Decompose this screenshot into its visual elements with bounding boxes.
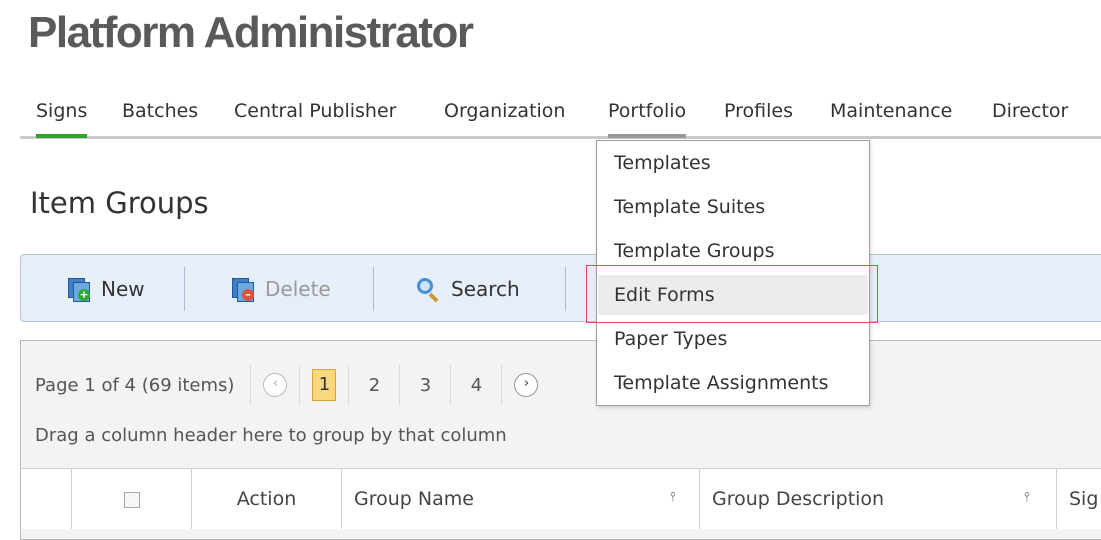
menu-item-edit-forms[interactable]: Edit Forms <box>598 275 868 315</box>
delete-document-icon: – <box>229 276 255 302</box>
group-by-hint[interactable]: Drag a column header here to group by th… <box>35 425 507 446</box>
new-button[interactable]: + New <box>65 273 145 305</box>
pager: Page 1 of 4 (69 items) ‹ 1 2 3 4 › <box>35 365 546 405</box>
pager-info: Page 1 of 4 (69 items) <box>35 374 235 396</box>
nav-item-profiles[interactable]: Profiles <box>724 98 793 136</box>
app-title: Platform Administrator <box>28 8 474 57</box>
item-groups-grid: Page 1 of 4 (69 items) ‹ 1 2 3 4 › Drag … <box>20 340 1101 540</box>
column-header-action[interactable]: Action <box>191 469 341 529</box>
main-nav: Signs Batches Central Publisher Organiza… <box>20 92 1101 139</box>
search-icon <box>415 276 441 303</box>
nav-item-maintenance[interactable]: Maintenance <box>830 98 952 136</box>
toolbar-separator <box>373 267 374 311</box>
toolbar-separator <box>184 267 185 311</box>
next-page-icon[interactable]: › <box>514 373 539 397</box>
select-all-checkbox[interactable] <box>71 469 191 529</box>
menu-item-template-assignments[interactable]: Template Assignments <box>598 363 868 403</box>
search-button-label: Search <box>451 277 520 301</box>
new-button-label: New <box>101 277 145 301</box>
nav-item-director[interactable]: Director <box>992 98 1068 136</box>
filter-icon[interactable]: ⫯ <box>670 491 676 505</box>
toolbar-separator <box>565 267 566 311</box>
menu-item-template-groups[interactable]: Template Groups <box>598 231 868 271</box>
menu-item-templates[interactable]: Templates <box>598 143 868 183</box>
page-button-2[interactable]: 2 <box>361 375 387 396</box>
new-document-icon: + <box>65 276 91 302</box>
toolbar: + New – Delete Search <box>20 254 1101 322</box>
page-button-4[interactable]: 4 <box>463 375 489 396</box>
prev-page-icon[interactable]: ‹ <box>263 373 288 397</box>
nav-item-central-publisher[interactable]: Central Publisher <box>234 98 396 136</box>
nav-item-signs[interactable]: Signs <box>36 98 88 138</box>
page-button-3[interactable]: 3 <box>412 375 438 396</box>
filter-icon[interactable]: ⫯ <box>1024 491 1030 505</box>
search-button[interactable]: Search <box>415 273 520 305</box>
nav-item-batches[interactable]: Batches <box>122 98 198 136</box>
menu-item-paper-types[interactable]: Paper Types <box>598 319 868 359</box>
portfolio-dropdown-menu: Templates Template Suites Template Group… <box>596 140 870 406</box>
delete-button[interactable]: – Delete <box>229 273 331 305</box>
nav-item-portfolio[interactable]: Portfolio <box>608 98 687 138</box>
menu-item-template-suites[interactable]: Template Suites <box>598 187 868 227</box>
page-button-1[interactable]: 1 <box>312 369 337 401</box>
column-header-group-name[interactable]: Group Name ⫯ <box>341 469 699 529</box>
page-title: Item Groups <box>30 186 209 220</box>
nav-divider <box>20 136 1101 139</box>
nav-item-organization[interactable]: Organization <box>444 98 565 136</box>
column-header-group-description[interactable]: Group Description ⫯ <box>699 469 1056 529</box>
grid-header-row: Action Group Name ⫯ Group Description ⫯ Si… <box>21 468 1101 529</box>
delete-button-label: Delete <box>265 277 331 301</box>
column-header-sig[interactable]: Sig <box>1056 469 1101 529</box>
